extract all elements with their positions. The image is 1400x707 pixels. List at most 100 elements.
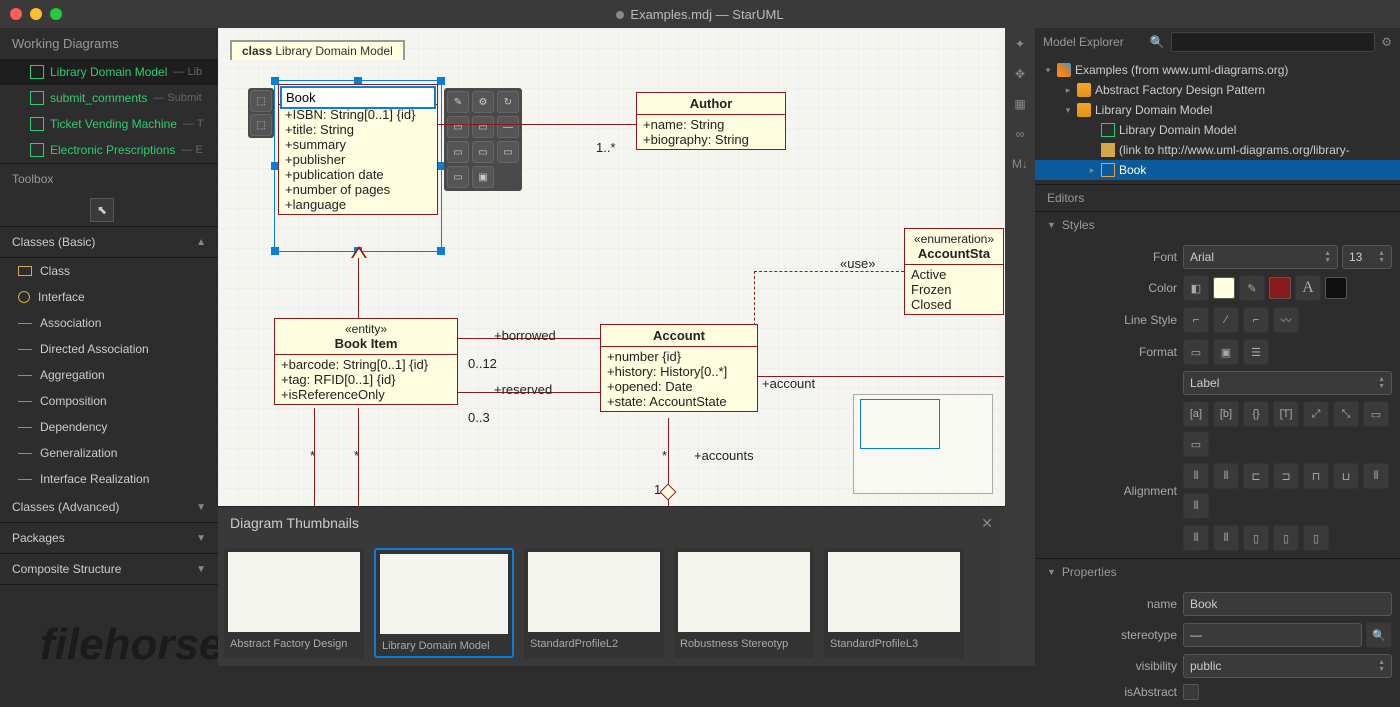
format-opt-btn[interactable]: {} bbox=[1243, 401, 1269, 427]
class-account[interactable]: Account +number {id} +history: History[0… bbox=[600, 324, 758, 412]
diagram-item[interactable]: Ticket Vending Machine — T bbox=[0, 111, 218, 137]
move-icon[interactable]: ✥ bbox=[1010, 64, 1030, 84]
quick-btn[interactable]: ⬚ bbox=[250, 90, 272, 112]
tree-node[interactable]: ▸Abstract Factory Design Pattern bbox=[1035, 80, 1400, 100]
text-tool-icon[interactable]: A bbox=[1295, 275, 1321, 301]
format-btn[interactable]: ▣ bbox=[1213, 339, 1239, 365]
enum-accountstate[interactable]: «enumeration»AccountSta Active Frozen Cl… bbox=[904, 228, 1004, 315]
format-opt-btn[interactable]: ⤡ bbox=[1333, 401, 1359, 427]
extension-icon[interactable]: ✦ bbox=[1010, 34, 1030, 54]
dist-btn[interactable]: ⫴ bbox=[1183, 525, 1209, 551]
align-btn[interactable]: ⊓ bbox=[1303, 463, 1329, 489]
quick-btn[interactable]: ▭ bbox=[472, 116, 494, 138]
format-opt-btn[interactable]: [b] bbox=[1213, 401, 1239, 427]
search-input[interactable] bbox=[1171, 32, 1376, 52]
thumbnail[interactable]: Library Domain Model bbox=[374, 548, 514, 658]
class-bookitem[interactable]: «entity»Book Item +barcode: String[0..1]… bbox=[274, 318, 458, 405]
quick-btn[interactable]: ⚙ bbox=[472, 91, 494, 113]
line-tool-icon[interactable]: ✎ bbox=[1239, 275, 1265, 301]
align-btn[interactable]: ⫴ bbox=[1183, 463, 1209, 489]
tree-node[interactable]: Library Domain Model bbox=[1035, 120, 1400, 140]
font-select[interactable]: Arial▲▼ bbox=[1183, 245, 1338, 269]
thumbnail[interactable]: StandardProfileL2 bbox=[524, 548, 664, 658]
align-btn[interactable]: ⫴ bbox=[1363, 463, 1389, 489]
quick-btn[interactable]: ↻ bbox=[497, 91, 519, 113]
diagram-canvas[interactable]: class Library Domain Model +ISBN: String… bbox=[218, 28, 1005, 506]
toolbox-section[interactable]: Composite Structure▼ bbox=[0, 554, 218, 585]
tree-node[interactable]: ▾Examples (from www.uml-diagrams.org) bbox=[1035, 60, 1400, 80]
quick-btn[interactable]: ▭ bbox=[447, 141, 469, 163]
quick-btn[interactable]: ✎ bbox=[447, 91, 469, 113]
quick-btn[interactable]: ▭ bbox=[447, 166, 469, 188]
format-opt-btn[interactable]: ▭ bbox=[1363, 401, 1389, 427]
grid-icon[interactable]: ▦ bbox=[1010, 94, 1030, 114]
font-size-select[interactable]: 13▲▼ bbox=[1342, 245, 1392, 269]
quick-btn[interactable]: ▭ bbox=[472, 141, 494, 163]
thumbnail[interactable]: Robustness Stereotyp bbox=[674, 548, 814, 658]
tool-dependency[interactable]: Dependency bbox=[0, 414, 218, 440]
quick-btn[interactable]: ▭ bbox=[447, 116, 469, 138]
align-btn[interactable]: ⊔ bbox=[1333, 463, 1359, 489]
tool-interface[interactable]: Interface bbox=[0, 284, 218, 310]
toolbox-section[interactable]: Classes (Basic)▲ bbox=[0, 227, 218, 258]
pointer-tool[interactable]: ⬉ bbox=[90, 198, 114, 222]
tool-generalization[interactable]: Generalization bbox=[0, 440, 218, 466]
linestyle-btn[interactable]: ∕ bbox=[1213, 307, 1239, 333]
tool-directed-association[interactable]: Directed Association bbox=[0, 336, 218, 362]
quick-btn[interactable]: ▭ bbox=[497, 141, 519, 163]
linestyle-btn[interactable]: 〰 bbox=[1273, 307, 1299, 333]
share-icon[interactable]: ∞ bbox=[1010, 124, 1030, 144]
name-edit-input[interactable]: Book bbox=[280, 86, 436, 109]
quick-btn[interactable]: — bbox=[497, 116, 519, 138]
diagram-item[interactable]: submit_comments — Submit bbox=[0, 85, 218, 111]
thumbnail[interactable]: Abstract Factory Design bbox=[224, 548, 364, 658]
dist-btn[interactable]: ▯ bbox=[1273, 525, 1299, 551]
prop-name-input[interactable]: Book bbox=[1183, 592, 1392, 616]
class-author[interactable]: Author +name: String +biography: String bbox=[636, 92, 786, 150]
linestyle-btn[interactable]: ⌐ bbox=[1183, 307, 1209, 333]
align-btn[interactable]: ⊏ bbox=[1243, 463, 1269, 489]
format-opt-btn[interactable]: ⤢ bbox=[1303, 401, 1329, 427]
tool-composition[interactable]: Composition bbox=[0, 388, 218, 414]
markdown-icon[interactable]: M↓ bbox=[1010, 154, 1030, 174]
dist-btn[interactable]: ▯ bbox=[1243, 525, 1269, 551]
fill-tool-icon[interactable]: ◧ bbox=[1183, 275, 1209, 301]
minimap[interactable] bbox=[853, 394, 993, 494]
diagram-item[interactable]: Electronic Prescriptions — E bbox=[0, 137, 218, 163]
tree-node[interactable]: ▾Library Domain Model bbox=[1035, 100, 1400, 120]
format-opt-btn[interactable]: ▭ bbox=[1183, 431, 1209, 457]
format-btn[interactable]: ☰ bbox=[1243, 339, 1269, 365]
thumbnail[interactable]: StandardProfileL3 bbox=[824, 548, 964, 658]
search-icon[interactable]: 🔍 bbox=[1366, 622, 1392, 648]
toolbox-section[interactable]: Packages▼ bbox=[0, 523, 218, 554]
linestyle-btn[interactable]: ⌐ bbox=[1243, 307, 1269, 333]
line-swatch[interactable] bbox=[1269, 277, 1291, 299]
tool-interface-realization[interactable]: Interface Realization bbox=[0, 466, 218, 492]
text-swatch[interactable] bbox=[1325, 277, 1347, 299]
align-btn[interactable]: ⫴ bbox=[1213, 463, 1239, 489]
properties-section[interactable]: ▼Properties bbox=[1035, 558, 1400, 585]
prop-stereo-input[interactable]: — bbox=[1183, 623, 1362, 647]
tree-node[interactable]: ▸Book bbox=[1035, 160, 1400, 180]
align-btn[interactable]: ⊐ bbox=[1273, 463, 1299, 489]
dist-btn[interactable]: ▯ bbox=[1303, 525, 1329, 551]
tool-class[interactable]: Class bbox=[0, 258, 218, 284]
diagram-item[interactable]: Library Domain Model — Lib bbox=[0, 59, 218, 85]
gear-icon[interactable]: ⚙ bbox=[1381, 35, 1392, 49]
toolbox-section[interactable]: Classes (Advanced)▼ bbox=[0, 492, 218, 523]
fill-swatch[interactable] bbox=[1213, 277, 1235, 299]
format-btn[interactable]: ▭ bbox=[1183, 339, 1209, 365]
format-opt-btn[interactable]: [T] bbox=[1273, 401, 1299, 427]
quick-btn[interactable]: ⬚ bbox=[250, 114, 272, 136]
align-btn[interactable]: ⫴ bbox=[1183, 493, 1209, 519]
tree-node[interactable]: (link to http://www.uml-diagrams.org/lib… bbox=[1035, 140, 1400, 160]
styles-section[interactable]: ▼Styles bbox=[1035, 211, 1400, 238]
close-icon[interactable]: ✕ bbox=[981, 515, 993, 532]
tool-association[interactable]: Association bbox=[0, 310, 218, 336]
prop-abstract-checkbox[interactable] bbox=[1183, 684, 1199, 700]
prop-visibility-select[interactable]: public▲▼ bbox=[1183, 654, 1392, 678]
tool-aggregation[interactable]: Aggregation bbox=[0, 362, 218, 388]
dist-btn[interactable]: ⫴ bbox=[1213, 525, 1239, 551]
format-select[interactable]: Label▲▼ bbox=[1183, 371, 1392, 395]
quick-btn[interactable]: ▣ bbox=[472, 166, 494, 188]
